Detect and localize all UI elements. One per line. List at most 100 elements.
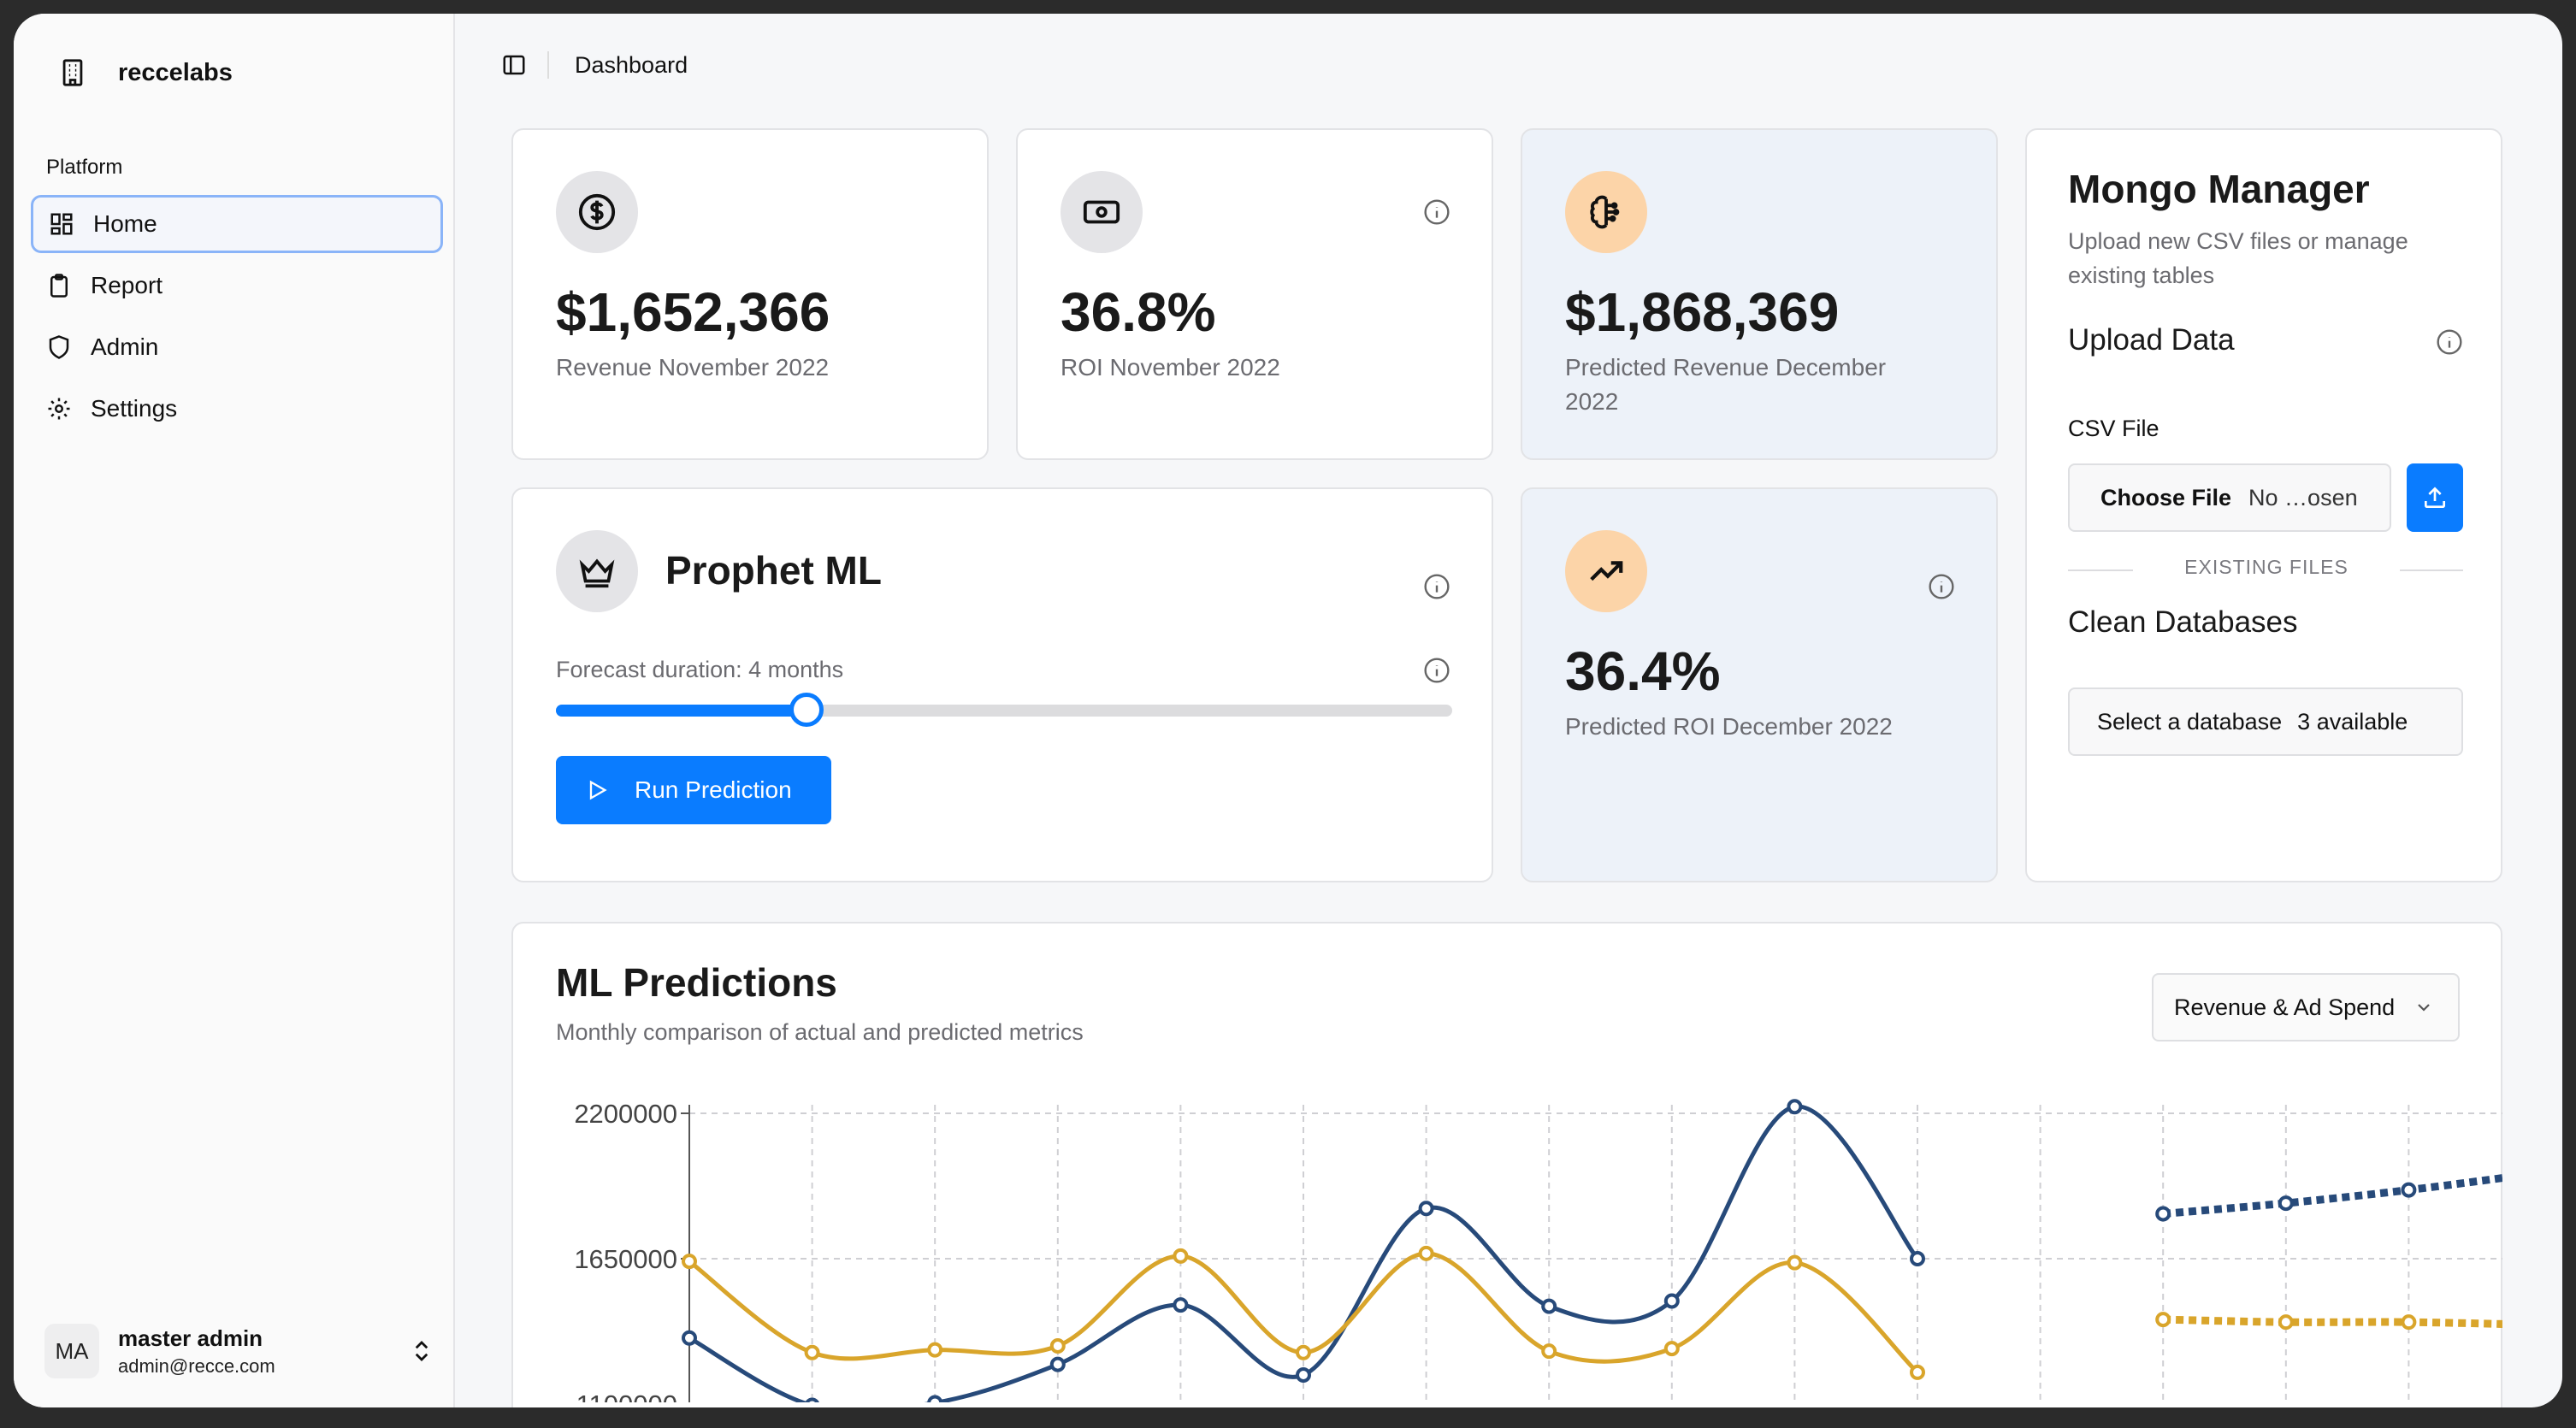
sidebar-item-settings[interactable]: Settings: [31, 380, 443, 438]
upload-button[interactable]: [2407, 463, 2463, 532]
sidebar-item-label: Report: [91, 272, 163, 298]
mongo-manager-card: Mongo Manager Upload new CSV files or ma…: [2025, 128, 2502, 882]
data-point: [1663, 1341, 1680, 1357]
roi-card: 36.8% ROI November 2022: [1016, 128, 1493, 460]
predicted-revenue-value: $1,868,369: [1565, 281, 1840, 343]
data-point: [1418, 1245, 1434, 1261]
app-window: reccelabs Platform Home Report Admin Set…: [14, 14, 2562, 1407]
data-point: [1418, 1201, 1434, 1217]
roi-label: ROI November 2022: [1061, 354, 1280, 381]
info-icon[interactable]: [2436, 328, 2463, 356]
nav-group-label: Platform: [46, 156, 123, 179]
y-tick-label: 2200000: [574, 1099, 677, 1129]
data-point: [1541, 1343, 1557, 1360]
predicted-revenue-label: Predicted Revenue December 2022: [1565, 354, 1887, 415]
predicted-roi-card: 36.4% Predicted ROI December 2022: [1521, 487, 1998, 882]
user-info: master admin admin@recce.com: [118, 1325, 409, 1378]
data-point: [1049, 1356, 1066, 1372]
building-icon: [62, 59, 83, 86]
clipboard-icon: [50, 274, 68, 298]
sidebar-item-home[interactable]: Home: [31, 195, 443, 253]
data-point: [1787, 1099, 1803, 1115]
data-point: [805, 1397, 819, 1402]
csv-file-input[interactable]: Choose File No …osen: [2068, 463, 2391, 532]
forecast-point: [2278, 1314, 2294, 1331]
data-point: [1296, 1367, 1311, 1383]
roi-value: 36.8%: [1061, 281, 1216, 343]
available-count: 3 available: [2297, 708, 2408, 735]
forecast-slider[interactable]: [556, 693, 1452, 727]
ml-predictions-card: ML Predictions Monthly comparison of act…: [511, 922, 2502, 1407]
sidebar-nav: Home Report Admin Settings: [31, 195, 443, 441]
prophet-card: Prophet ML Forecast duration: 4 months R…: [511, 487, 1493, 882]
existing-files-label: EXISTING FILES: [2133, 556, 2400, 579]
data-point: [1910, 1251, 1925, 1266]
dashboard-icon: [50, 213, 73, 235]
choose-file-button[interactable]: Choose File: [2100, 485, 2231, 511]
sidebar-item-label: Admin: [91, 333, 159, 360]
info-icon[interactable]: [1423, 573, 1450, 600]
sidebar: reccelabs Platform Home Report Admin Set…: [14, 14, 455, 1407]
upload-heading: Upload Data: [2068, 323, 2235, 357]
y-tick-label: 1100000: [576, 1390, 677, 1402]
trending-up-icon: [1590, 561, 1623, 581]
gear-icon: [48, 398, 70, 420]
forecast-point: [2278, 1195, 2294, 1212]
file-name-text: No …osen: [2248, 484, 2358, 510]
header-divider: [547, 51, 549, 79]
series-line-forecast: [2163, 1315, 2502, 1328]
dollar-circle-icon: [578, 193, 616, 231]
breadcrumb[interactable]: Dashboard: [575, 52, 688, 79]
forecast-point: [2401, 1182, 2417, 1198]
predicted-roi-label: Predicted ROI December 2022: [1565, 713, 1893, 740]
forecast-point: [2155, 1312, 2171, 1328]
brand[interactable]: reccelabs: [58, 58, 233, 87]
predicted-roi-icon-circle: [1565, 530, 1647, 612]
database-select[interactable]: Select a database 3 available: [2068, 687, 2463, 756]
data-point: [682, 1330, 697, 1346]
top-bar: Dashboard: [457, 14, 2562, 116]
mongo-subtitle: Upload new CSV files or manage existing …: [2068, 228, 2408, 288]
avatar: MA: [44, 1324, 99, 1378]
clean-databases-heading: Clean Databases: [2068, 605, 2298, 639]
info-icon[interactable]: [1423, 198, 1450, 226]
select-database-placeholder: Select a database: [2097, 708, 2283, 735]
predicted-roi-value: 36.4%: [1565, 640, 1721, 702]
revenue-icon-circle: [556, 171, 638, 253]
user-name: master admin: [118, 1325, 263, 1351]
predicted-revenue-card: $1,868,369 Predicted Revenue December 20…: [1521, 128, 1998, 460]
data-point: [927, 1342, 943, 1358]
data-point: [1296, 1344, 1311, 1360]
predictions-chart: 2200000 1650000 1100000: [574, 1099, 2502, 1402]
info-icon[interactable]: [1928, 573, 1955, 600]
info-icon[interactable]: [1423, 657, 1450, 684]
data-point: [1541, 1298, 1557, 1314]
series-line-forecast: [2162, 1174, 2502, 1218]
sidebar-item-report[interactable]: Report: [31, 257, 443, 315]
sidebar-toggle-icon[interactable]: [501, 52, 527, 78]
data-point: [804, 1344, 820, 1360]
forecast-point: [2401, 1314, 2417, 1331]
slider-fill: [556, 705, 807, 717]
chevrons-up-down-icon: [415, 1341, 428, 1361]
sidebar-item-label: Settings: [91, 395, 178, 422]
prophet-icon-circle: [556, 530, 638, 612]
csv-file-label: CSV File: [2068, 416, 2159, 441]
data-point: [682, 1254, 697, 1270]
data-point: [1663, 1293, 1680, 1309]
run-prediction-button[interactable]: Run Prediction: [556, 756, 831, 824]
slider-thumb[interactable]: [789, 693, 824, 727]
data-point: [927, 1395, 943, 1402]
revenue-card: $1,652,366 Revenue November 2022: [511, 128, 989, 460]
user-menu[interactable]: MA master admin admin@recce.com: [44, 1317, 434, 1385]
brand-name: reccelabs: [118, 58, 233, 86]
brain-icon: [1590, 195, 1620, 229]
sidebar-item-label: Home: [93, 210, 157, 237]
data-point: [1049, 1338, 1066, 1354]
sidebar-item-admin[interactable]: Admin: [31, 318, 443, 376]
upload-icon: [2425, 487, 2445, 508]
revenue-value: $1,652,366: [556, 281, 830, 343]
forecast-point: [2155, 1206, 2171, 1222]
play-icon: [589, 780, 607, 800]
data-point: [1173, 1248, 1189, 1264]
